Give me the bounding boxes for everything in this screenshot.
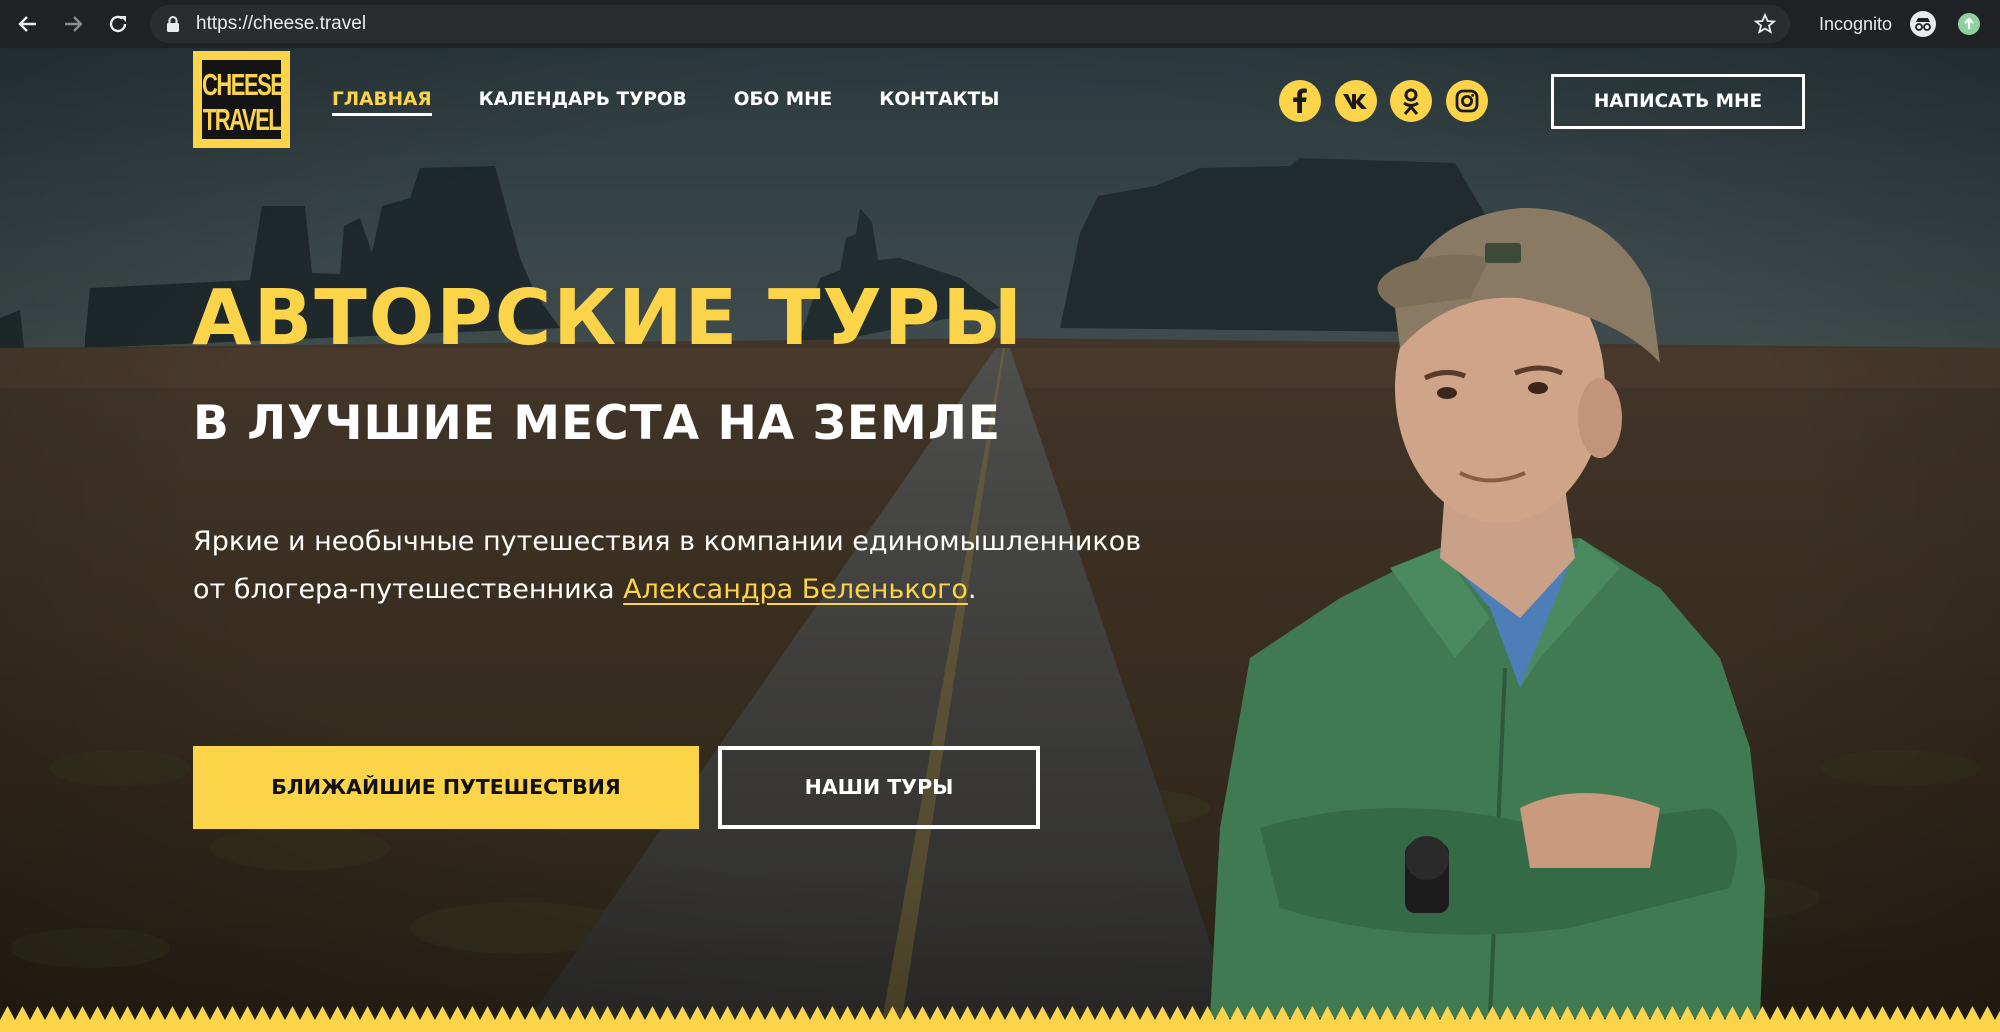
zigzag-border (0, 1006, 2000, 1032)
instagram-icon[interactable] (1446, 80, 1488, 122)
hero-subtitle: В ЛУЧШИЕ МЕСТА НА ЗЕМЛЕ (193, 396, 1001, 451)
back-button[interactable] (12, 8, 44, 40)
hero-title: АВТОРСКИЕ ТУРЫ (192, 274, 1025, 363)
forward-arrow-icon (65, 16, 83, 32)
star-icon[interactable] (1754, 13, 1776, 35)
logo-line-2: TRAVEL (202, 101, 282, 137)
incognito-icon[interactable] (1910, 11, 1936, 37)
hero-lead-prefix: от блогера-путешественника (193, 574, 624, 605)
upcoming-trips-button[interactable]: БЛИЖАЙШИЕ ПУТЕШЕСТВИЯ (193, 746, 699, 829)
logo-mark: CHEESE TRAVEL (202, 60, 285, 139)
write-me-button[interactable]: НАПИСАТЬ МНЕ (1551, 74, 1805, 129)
nav-item-about[interactable]: ОБО МНЕ (734, 88, 833, 116)
facebook-icon[interactable] (1279, 80, 1321, 122)
site-logo[interactable]: CHEESE TRAVEL (193, 51, 290, 148)
traveler-photo (1210, 207, 1765, 1018)
odnoklassniki-icon[interactable] (1390, 80, 1432, 122)
address-bar[interactable]: https://cheese.travel (150, 5, 1790, 43)
nav-item-contacts[interactable]: КОНТАКТЫ (879, 88, 999, 116)
back-arrow-icon (18, 16, 36, 32)
hero-lead-line-2: от блогера-путешественника Александра Бе… (193, 566, 1141, 614)
lock-icon (167, 16, 179, 32)
browser-toolbar: https://cheese.travel Incognito (0, 0, 2000, 48)
main-nav: ГЛАВНАЯ КАЛЕНДАРЬ ТУРОВ ОБО МНЕ КОНТАКТЫ (332, 88, 999, 116)
hero-lead-suffix: . (967, 574, 977, 605)
nav-item-tour-calendar[interactable]: КАЛЕНДАРЬ ТУРОВ (479, 88, 687, 116)
our-tours-button[interactable]: НАШИ ТУРЫ (718, 746, 1040, 829)
nav-item-home[interactable]: ГЛАВНАЯ (332, 88, 432, 116)
vk-icon[interactable] (1335, 80, 1377, 122)
logo-line-1: CHEESE (202, 66, 285, 102)
url-text: https://cheese.travel (196, 13, 367, 34)
hero-lead-line-1: Яркие и необычные путешествия в компании… (193, 526, 1142, 557)
author-link[interactable]: Александра Беленького (623, 574, 968, 605)
forward-button[interactable] (57, 8, 89, 40)
hero-lead: Яркие и необычные путешествия в компании… (193, 518, 1141, 614)
update-icon[interactable] (1958, 13, 1980, 35)
reload-icon (109, 15, 127, 33)
incognito-label: Incognito (1819, 14, 1893, 34)
hero-section: CHEESE TRAVEL ГЛАВНАЯ КАЛЕНДАРЬ ТУРОВ ОБ… (0, 48, 2000, 1032)
reload-button[interactable] (102, 8, 134, 40)
